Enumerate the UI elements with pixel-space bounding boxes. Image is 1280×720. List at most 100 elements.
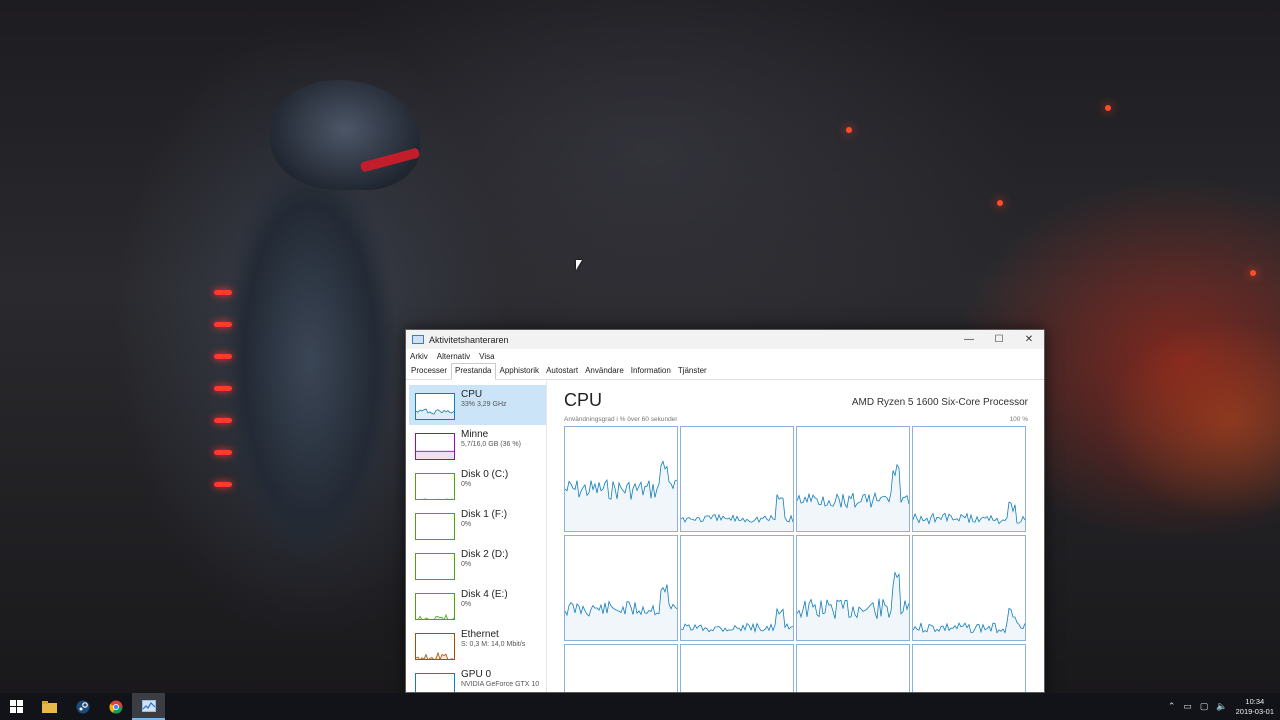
graph-max-label: 100 % <box>1009 416 1028 423</box>
usage-graph <box>681 494 793 531</box>
sidebar-item-cpu[interactable]: CPU 33% 3,29 GHz <box>409 385 546 425</box>
usage-graph <box>797 645 909 693</box>
usage-graph <box>416 514 455 540</box>
sidebar-item-label: Ethernet <box>461 629 499 640</box>
sidebar-item-disk2[interactable]: Disk 2 (D:) 0% <box>406 545 546 585</box>
clock-date: 2019-03-01 <box>1235 706 1274 716</box>
menu-bar: Arkiv Alternativ Visa <box>406 349 1044 363</box>
clock[interactable]: 10:34 2019-03-01 <box>1236 697 1274 717</box>
maximize-button[interactable]: ☐ <box>984 330 1014 349</box>
sidebar-item-value: 0% <box>461 561 472 568</box>
tab-tjanster[interactable]: Tjänster <box>675 366 711 379</box>
title-bar[interactable]: Aktivitetshanteraren — ☐ ✕ <box>406 330 1044 349</box>
sidebar-item-value: 33% 3,29 GHz <box>461 401 507 408</box>
sidebar-item-memory[interactable]: Minne 5,7/16,0 GB (36 %) <box>406 425 546 465</box>
window-title: Aktivitetshanteraren <box>429 334 509 345</box>
sidebar-item-disk4[interactable]: Disk 4 (E:) 0% <box>406 585 546 625</box>
logical-processor-graph <box>796 644 910 693</box>
ethernet-thumbnail-graph <box>415 633 455 660</box>
sidebar-item-disk1[interactable]: Disk 1 (F:) 0% <box>406 505 546 545</box>
sidebar-item-value: 0% <box>461 601 472 608</box>
usage-graph <box>416 651 454 659</box>
display-icon[interactable]: ▢ <box>1200 701 1209 712</box>
sidebar-item-disk0[interactable]: Disk 0 (C:) 0% <box>406 465 546 505</box>
task-manager-taskbar-icon[interactable] <box>132 693 165 720</box>
tab-processer[interactable]: Processer <box>408 366 451 379</box>
creature-spine <box>214 450 232 455</box>
usage-graph <box>416 674 455 693</box>
cpu-thumbnail-graph <box>415 393 455 420</box>
creature-spine <box>214 418 232 423</box>
usage-line <box>417 498 453 499</box>
tab-anvandare[interactable]: Användare <box>582 366 628 379</box>
tab-information[interactable]: Information <box>628 366 675 379</box>
chrome-icon[interactable] <box>99 693 132 720</box>
creature-spine <box>214 322 232 327</box>
ember <box>846 127 852 133</box>
file-explorer-icon[interactable] <box>33 693 66 720</box>
disk2-thumbnail-graph <box>415 553 455 580</box>
page-title: CPU <box>564 390 603 410</box>
menu-visa[interactable]: Visa <box>479 352 494 361</box>
logical-processor-grid <box>564 426 1028 693</box>
sidebar-item-gpu0[interactable]: GPU 0 NVIDIA GeForce GTX 10 <box>406 665 546 693</box>
windows-start-icon[interactable] <box>0 693 33 720</box>
usage-graph <box>565 584 677 640</box>
tab-apphistorik[interactable]: Apphistorik <box>496 366 543 379</box>
usage-graph <box>797 463 909 531</box>
logical-processor-graph <box>796 535 910 641</box>
logical-processor-graph <box>680 535 794 641</box>
disk4-thumbnail-graph <box>415 593 455 620</box>
volume-icon[interactable]: 🔈 <box>1216 701 1227 712</box>
steam-icon[interactable] <box>66 693 99 720</box>
usage-graph <box>797 571 909 640</box>
close-button[interactable]: ✕ <box>1014 330 1044 349</box>
sidebar-item-label: Disk 4 (E:) <box>461 589 508 600</box>
sidebar-item-value: 5,7/16,0 GB (36 %) <box>461 441 521 448</box>
usage-graph <box>565 460 677 531</box>
chevron-up-icon[interactable]: ⌃ <box>1168 701 1176 712</box>
task-manager-window[interactable]: Aktivitetshanteraren — ☐ ✕ Arkiv Alterna… <box>405 329 1045 693</box>
sidebar-item-value: 0% <box>461 521 472 528</box>
ember <box>1105 105 1111 111</box>
resource-sidebar: CPU 33% 3,29 GHz Minne 5,7/16,0 GB (36 %… <box>406 381 547 692</box>
usage-graph <box>913 645 1025 693</box>
logical-processor-graph <box>912 535 1026 641</box>
logical-processor-graph <box>796 426 910 532</box>
usage-graph <box>417 498 453 499</box>
usage-graph <box>565 645 677 693</box>
wallpaper-creature <box>200 60 440 620</box>
usage-area <box>416 451 454 459</box>
creature-spine <box>214 290 232 295</box>
usage-graph <box>418 613 454 619</box>
gpu0-thumbnail-graph <box>415 673 455 693</box>
task-manager-icon <box>412 335 424 344</box>
network-icon[interactable]: ▭ <box>1183 701 1192 712</box>
sidebar-item-value: S: 0,3 M: 14,0 Mbit/s <box>461 641 526 648</box>
disk0-thumbnail-graph <box>415 473 455 500</box>
menu-arkiv[interactable]: Arkiv <box>410 352 428 361</box>
ember <box>997 200 1003 206</box>
logical-processor-graph <box>680 644 794 692</box>
menu-alternativ[interactable]: Alternativ <box>437 352 470 361</box>
sidebar-item-label: GPU 0 <box>461 669 492 680</box>
usage-graph <box>913 501 1025 531</box>
processor-name: AMD Ryzen 5 1600 Six-Core Processor <box>851 397 1028 408</box>
sidebar-item-label: Disk 2 (D:) <box>461 549 509 560</box>
sidebar-item-value: NVIDIA GeForce GTX 10 <box>461 681 540 688</box>
logical-processor-graph <box>912 426 1026 532</box>
system-tray: ⌃ ▭ ▢ 🔈 10:34 2019-03-01 <box>1164 697 1280 717</box>
tab-prestanda[interactable]: Prestanda <box>451 363 497 380</box>
graph-axis-label: Användningsgrad i % över 60 sekunder <box>564 416 678 423</box>
sidebar-item-label: Disk 1 (F:) <box>461 509 508 520</box>
mouse-cursor-icon <box>576 260 582 270</box>
tab-autostart[interactable]: Autostart <box>543 366 582 379</box>
sidebar-item-label: Disk 0 (C:) <box>461 469 509 480</box>
sidebar-item-value: 0% <box>461 481 472 488</box>
taskbar: ⌃ ▭ ▢ 🔈 10:34 2019-03-01 <box>0 693 1280 720</box>
minimize-button[interactable]: — <box>954 330 984 349</box>
sidebar-item-label: Minne <box>461 429 489 440</box>
sidebar-item-ethernet[interactable]: Ethernet S: 0,3 M: 14,0 Mbit/s <box>406 625 546 665</box>
disk1-thumbnail-graph <box>415 513 455 540</box>
cpu-detail-panel: CPU AMD Ryzen 5 1600 Six-Core Processor … <box>547 381 1044 692</box>
